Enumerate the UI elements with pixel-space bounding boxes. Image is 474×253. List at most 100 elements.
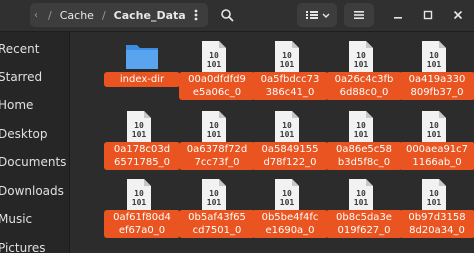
file-name-line: 0a178c03d [113,144,171,155]
sidebar-item-label: Recent [0,42,40,56]
path-separator: / [48,8,52,22]
minimize-button[interactable] [386,3,410,27]
svg-text:10: 10 [282,189,292,198]
file-name-line: 0a419a330 [408,74,466,85]
binary-file-icon: 10 101 [124,110,160,146]
svg-text:101: 101 [354,198,369,207]
binary-file-icon: 10 101 [346,40,382,76]
breadcrumb-cache-data[interactable]: Cache_Data [112,9,188,22]
file-name-label: 0a419a330 809fb37_0 [399,72,474,100]
file-name-line: 6571785_0 [114,157,170,168]
sidebar-item-desktop[interactable]: Desktop [0,123,69,145]
svg-text:10: 10 [429,51,439,60]
file-name-label: 0b8c5da3e 019f627_0 [326,210,402,238]
binary-file-icon: 10 101 [199,110,235,146]
file-name-label: 0a178c03d 6571785_0 [104,142,180,170]
svg-text:10: 10 [429,121,439,130]
file-manager-window: ‹ / Cache / Cache_Data Recent Starred Ho… [0,0,474,253]
file-name-line: 0a86e5c58 [336,144,392,155]
svg-text:10: 10 [134,189,144,198]
file-name-line: cd7501_0 [192,225,242,236]
folder-icon [124,40,160,76]
sidebar-item-documents[interactable]: Documents [0,151,69,173]
binary-file-icon: 10 101 [199,178,235,214]
binary-file-icon: 10 101 [124,178,160,214]
file-name-line: b3d5f8c_0 [337,157,391,168]
sidebar-item-home[interactable]: Home [0,94,69,116]
svg-text:10: 10 [429,189,439,198]
svg-text:10: 10 [282,51,292,60]
svg-text:10: 10 [209,121,219,130]
sidebar: Recent Starred Home Desktop Documents Do… [0,32,70,253]
svg-text:10: 10 [134,121,144,130]
search-button[interactable] [213,3,241,27]
sidebar-item-label: Music [0,212,33,226]
binary-file-icon: 10 101 [419,178,455,214]
file-name-label: 0af61f80d4 ef67a0_0 [104,210,180,238]
file-name-line: 386c41_0 [265,87,315,98]
file-name-label: 0a26c4c3fb 6d88c0_0 [326,72,402,100]
sidebar-item-label: Starred [0,70,43,84]
sidebar-item-label: Pictures [0,241,46,253]
sidebar-item-label: Documents [0,155,67,169]
svg-text:101: 101 [132,198,147,207]
file-name-line: 1166ab_0 [412,157,462,168]
file-name-line: 0b5af43f65 [188,212,246,223]
maximize-button[interactable] [416,3,440,27]
path-menu-button[interactable] [184,3,208,27]
path-separator: / [101,8,106,22]
file-name-line: e5a06c_0 [192,87,242,98]
path-bar[interactable]: ‹ / Cache / Cache_Data [30,3,208,27]
file-name-label: 0b5af43f65 cd7501_0 [179,210,255,238]
file-name-line: 0a6378f72d [186,144,248,155]
file-name-line: 0a5fbdcc73 [260,74,320,85]
svg-text:101: 101 [354,60,369,69]
file-name-line: e1690a_0 [265,225,315,236]
sidebar-item-downloads[interactable]: Downloads [0,180,69,202]
svg-text:10: 10 [356,189,366,198]
sidebar-item-pictures[interactable]: Pictures [0,237,69,253]
svg-text:101: 101 [280,130,295,139]
svg-text:101: 101 [427,130,442,139]
binary-file-icon: 10 101 [199,40,235,76]
svg-text:10: 10 [209,51,219,60]
list-view-icon [306,11,330,19]
svg-text:101: 101 [427,198,442,207]
file-name-line: 7cc73f_0 [194,157,240,168]
file-name-line: ef67a0_0 [118,225,166,236]
sidebar-item-label: Downloads [0,184,64,198]
file-name-line: d78f122_0 [263,157,317,168]
file-name-line: 0b5be4f4fc [261,212,319,223]
file-name-line: 000aea91c7 [405,144,469,155]
vertical-dots-icon [194,9,198,21]
svg-text:10: 10 [282,121,292,130]
file-name-line: 0b8c5da3e [336,212,392,223]
sidebar-item-recent[interactable]: Recent [0,38,69,60]
file-name-line: 809fb37_0 [410,87,464,98]
sidebar-item-music[interactable]: Music [0,208,69,230]
file-grid: index-dir 10 101 00a0dfdfd9 e5a06c_0 10 101 0a5… [72,32,474,253]
binary-file-icon: 10 101 [272,178,308,214]
chevron-left-icon[interactable]: ‹ [34,10,42,21]
svg-text:101: 101 [207,198,222,207]
svg-text:10: 10 [356,51,366,60]
file-name-line: 6d88c0_0 [339,87,389,98]
file-name-label: 0b5be4f4fc e1690a_0 [252,210,328,238]
file-name-line: 0b97d3158 [408,212,466,223]
close-button[interactable] [446,3,470,27]
file-name-label: 0a5fbdcc73 386c41_0 [252,72,328,100]
svg-text:10: 10 [209,189,219,198]
file-name-label: 00a0dfdfd9 e5a06c_0 [179,72,255,100]
search-icon [221,9,234,22]
sidebar-item-starred[interactable]: Starred [0,66,69,88]
file-name-line: 0a5849155 [261,144,319,155]
svg-text:101: 101 [132,130,147,139]
file-name-label: 0b97d3158 8d20a34_0 [399,210,474,238]
binary-file-icon: 10 101 [272,110,308,146]
view-options-button[interactable] [297,3,337,27]
main-menu-button[interactable] [344,3,374,27]
minimize-icon [394,17,402,19]
file-name-line: 0af61f80d4 [113,212,171,223]
file-name-line: 019f627_0 [337,225,391,236]
breadcrumb-cache[interactable]: Cache [58,9,96,22]
